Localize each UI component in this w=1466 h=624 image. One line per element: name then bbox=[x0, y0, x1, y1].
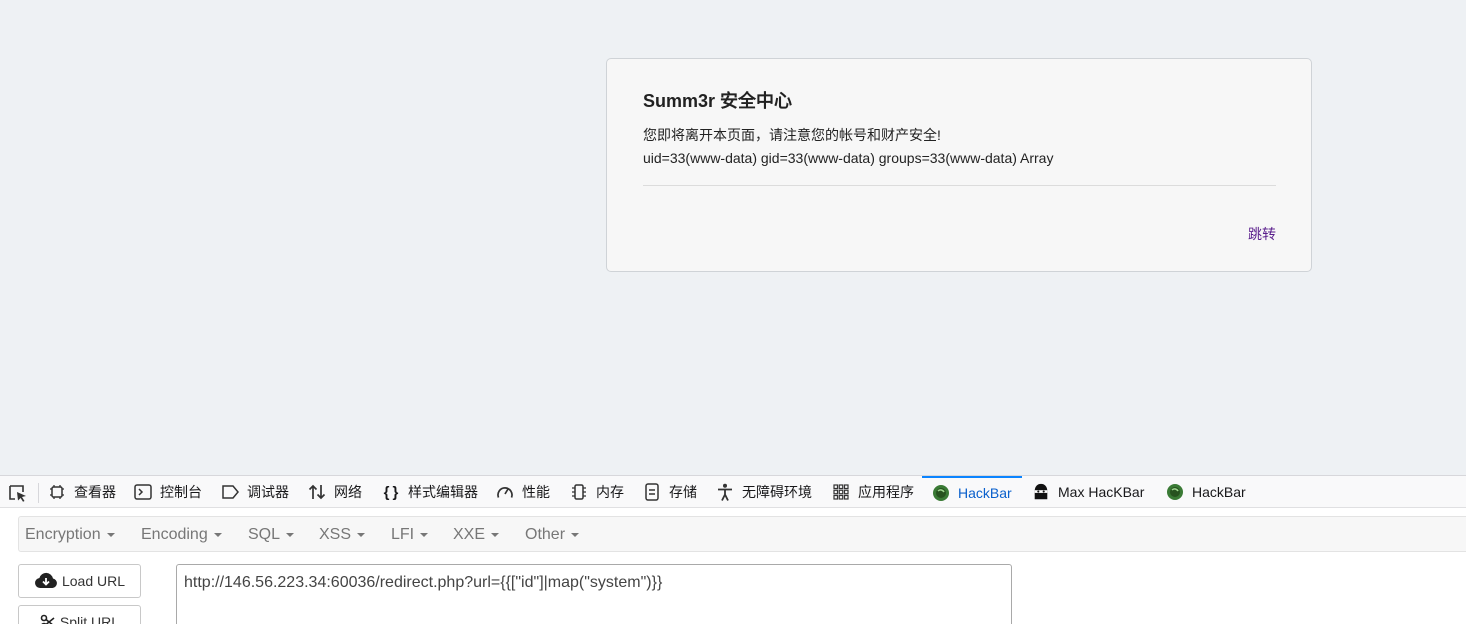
tab-label: 网络 bbox=[334, 484, 362, 500]
inspector-icon bbox=[48, 483, 66, 501]
page-content: Summ3r 安全中心 您即将离开本页面，请注意您的帐号和财产安全! uid=3… bbox=[0, 0, 1466, 475]
tab-max-hackbar[interactable]: Max HacKBar bbox=[1032, 476, 1144, 508]
tab-label: HackBar bbox=[1192, 484, 1246, 500]
hackbar-icon bbox=[932, 484, 950, 502]
tab-debugger[interactable]: 调试器 bbox=[221, 476, 289, 508]
dialog-divider bbox=[643, 185, 1276, 186]
tab-label: 内存 bbox=[596, 484, 624, 500]
redirect-warning-dialog: Summ3r 安全中心 您即将离开本页面，请注意您的帐号和财产安全! uid=3… bbox=[606, 58, 1312, 272]
menu-xxe[interactable]: XXE bbox=[453, 517, 500, 553]
tab-network[interactable]: 网络 bbox=[308, 476, 362, 508]
scissors-icon bbox=[40, 614, 56, 624]
tab-label: Max HacKBar bbox=[1058, 484, 1145, 500]
tab-label: 存储 bbox=[669, 484, 697, 500]
tab-storage[interactable]: 存储 bbox=[643, 476, 697, 508]
caret-down-icon bbox=[420, 532, 429, 537]
tab-label: 调试器 bbox=[247, 484, 289, 500]
hackbar-menu: Encryption Encoding SQL XSS LFI XXE Othe… bbox=[18, 516, 1466, 552]
toolbar-separator bbox=[38, 483, 39, 503]
caret-down-icon bbox=[286, 532, 295, 537]
caret-down-icon bbox=[106, 532, 115, 537]
devtools-tab-bar: 查看器 控制台 调试器 网络 { } 样式编辑器 性能 内存 存储 无障碍环境 … bbox=[0, 475, 1466, 508]
cloud-download-icon bbox=[34, 572, 58, 590]
tab-accessibility[interactable]: 无障碍环境 bbox=[716, 476, 812, 508]
hackbar-icon bbox=[1166, 483, 1184, 501]
tab-label: 性能 bbox=[522, 484, 550, 500]
style-editor-icon: { } bbox=[383, 483, 399, 501]
tab-label: 应用程序 bbox=[858, 484, 914, 500]
load-url-button[interactable]: Load URL bbox=[18, 564, 141, 598]
element-picker-icon[interactable] bbox=[8, 484, 28, 502]
dialog-message: 您即将离开本页面，请注意您的帐号和财产安全! bbox=[643, 127, 941, 143]
tab-console[interactable]: 控制台 bbox=[134, 476, 202, 508]
caret-down-icon bbox=[357, 532, 366, 537]
menu-encoding[interactable]: Encoding bbox=[141, 517, 222, 553]
dialog-message-block: 您即将离开本页面，请注意您的帐号和财产安全! uid=33(www-data) … bbox=[643, 124, 1053, 170]
debugger-icon bbox=[221, 483, 239, 501]
tab-inspector[interactable]: 查看器 bbox=[48, 476, 116, 508]
performance-icon bbox=[496, 483, 514, 501]
tab-label: 查看器 bbox=[74, 484, 116, 500]
network-icon bbox=[308, 483, 326, 501]
tab-performance[interactable]: 性能 bbox=[496, 476, 550, 508]
browser-page: Summ3r 安全中心 您即将离开本页面，请注意您的帐号和财产安全! uid=3… bbox=[0, 0, 1466, 624]
tab-hackbar-2[interactable]: HackBar bbox=[1166, 476, 1246, 508]
tab-style-editor[interactable]: { } 样式编辑器 bbox=[382, 476, 478, 508]
storage-icon bbox=[643, 483, 661, 501]
url-input[interactable]: http://146.56.223.34:60036/redirect.php?… bbox=[176, 564, 1012, 624]
caret-down-icon bbox=[571, 532, 580, 537]
application-icon bbox=[832, 483, 850, 501]
tab-memory[interactable]: 内存 bbox=[570, 476, 624, 508]
tab-hackbar[interactable]: HackBar bbox=[922, 476, 1022, 508]
memory-icon bbox=[570, 483, 588, 501]
accessibility-icon bbox=[716, 483, 734, 501]
split-url-button[interactable]: Split URL bbox=[18, 605, 141, 624]
caret-down-icon bbox=[491, 532, 500, 537]
menu-sql[interactable]: SQL bbox=[248, 517, 295, 553]
tab-label: HackBar bbox=[958, 485, 1012, 501]
redirect-link[interactable]: 跳转 bbox=[1248, 224, 1276, 244]
caret-down-icon bbox=[213, 532, 222, 537]
menu-other[interactable]: Other bbox=[525, 517, 580, 553]
menu-xss[interactable]: XSS bbox=[319, 517, 366, 553]
menu-encryption[interactable]: Encryption bbox=[25, 517, 115, 553]
tab-application[interactable]: 应用程序 bbox=[832, 476, 914, 508]
menu-lfi[interactable]: LFI bbox=[391, 517, 429, 553]
devtools-panel: 查看器 控制台 调试器 网络 { } 样式编辑器 性能 内存 存储 无障碍环境 … bbox=[0, 475, 1466, 624]
command-output: uid=33(www-data) gid=33(www-data) groups… bbox=[643, 150, 1054, 166]
tab-label: 样式编辑器 bbox=[408, 484, 478, 500]
dialog-title: Summ3r 安全中心 bbox=[643, 91, 793, 111]
max-hackbar-icon bbox=[1032, 483, 1050, 501]
console-icon bbox=[134, 483, 152, 501]
tab-label: 控制台 bbox=[160, 484, 202, 500]
tab-label: 无障碍环境 bbox=[742, 484, 812, 500]
